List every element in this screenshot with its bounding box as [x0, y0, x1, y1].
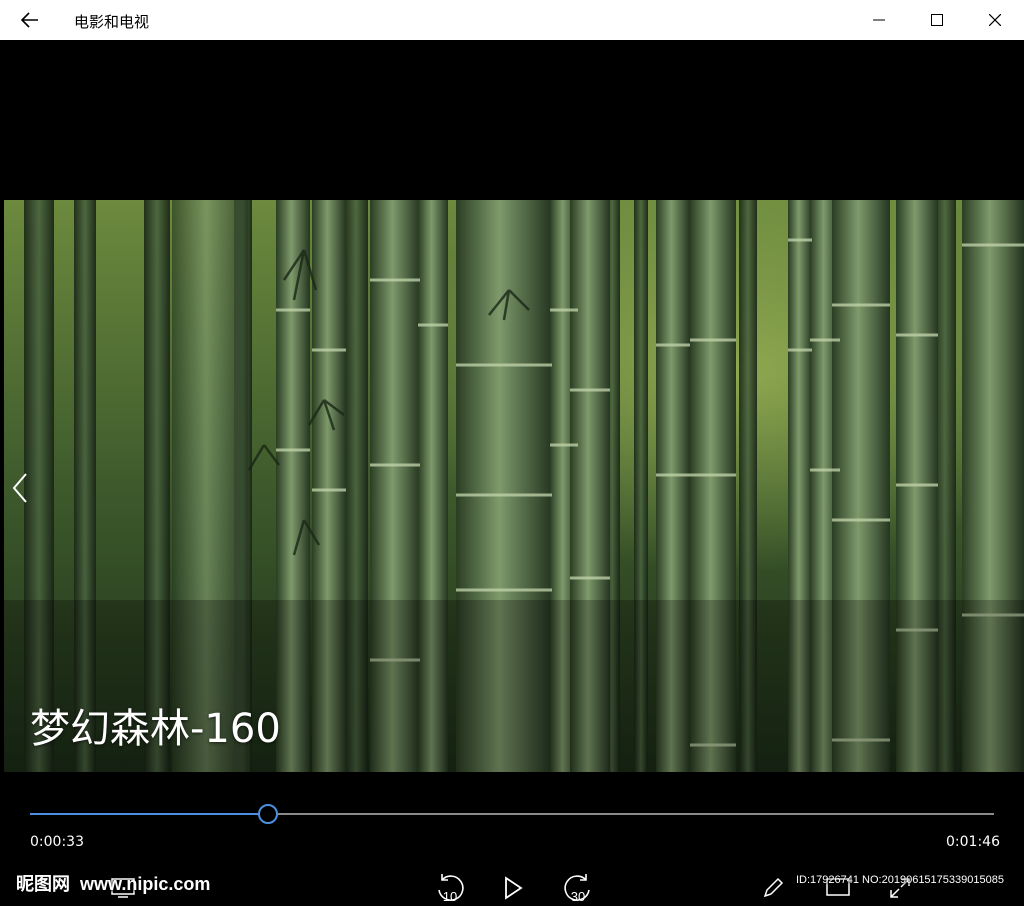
rewind-label: 10: [443, 889, 457, 904]
watermark-logo-text: 昵图网: [16, 874, 70, 894]
arrow-left-icon: [21, 12, 38, 28]
rewind-10-icon: 10: [438, 874, 464, 904]
chevron-left-icon: [12, 473, 27, 503]
close-icon: [989, 14, 1001, 26]
play-icon: [505, 876, 523, 900]
minimize-icon: [873, 19, 885, 21]
watermark-id: ID:17926741 NO:20190615175339015085: [796, 874, 1004, 886]
close-button[interactable]: [966, 0, 1024, 40]
title-bar: 电影和电视: [0, 0, 1024, 40]
watermark-site: www.nipic.com: [80, 874, 211, 894]
app-title: 电影和电视: [74, 13, 150, 31]
seek-bar[interactable]: [30, 804, 994, 824]
maximize-icon: [931, 14, 943, 26]
video-caption: 梦幻森林-160: [30, 706, 281, 752]
bamboo-forest-image: [4, 200, 1024, 772]
forward-label: 30: [571, 889, 585, 904]
forward-button[interactable]: 30: [560, 870, 596, 906]
maximize-button[interactable]: [908, 0, 966, 40]
edit-button[interactable]: [758, 870, 788, 906]
back-button[interactable]: [14, 8, 46, 32]
elapsed-time: 0:00:33: [30, 834, 84, 850]
total-time: 0:01:46: [946, 834, 1000, 850]
play-button[interactable]: [498, 870, 528, 906]
seek-fill: [30, 813, 268, 815]
video-frame: [4, 200, 1024, 772]
previous-button[interactable]: [8, 470, 30, 506]
minimize-button[interactable]: [850, 0, 908, 40]
forward-30-icon: 30: [564, 874, 590, 904]
video-area[interactable]: 梦幻森林-160 0:00:33 0:01:46 10 30: [0, 40, 1024, 906]
rewind-button[interactable]: 10: [432, 870, 468, 906]
watermark-logo: 昵图网 www.nipic.com: [16, 870, 210, 896]
seek-thumb[interactable]: [258, 804, 278, 824]
pen-icon: [763, 877, 784, 898]
